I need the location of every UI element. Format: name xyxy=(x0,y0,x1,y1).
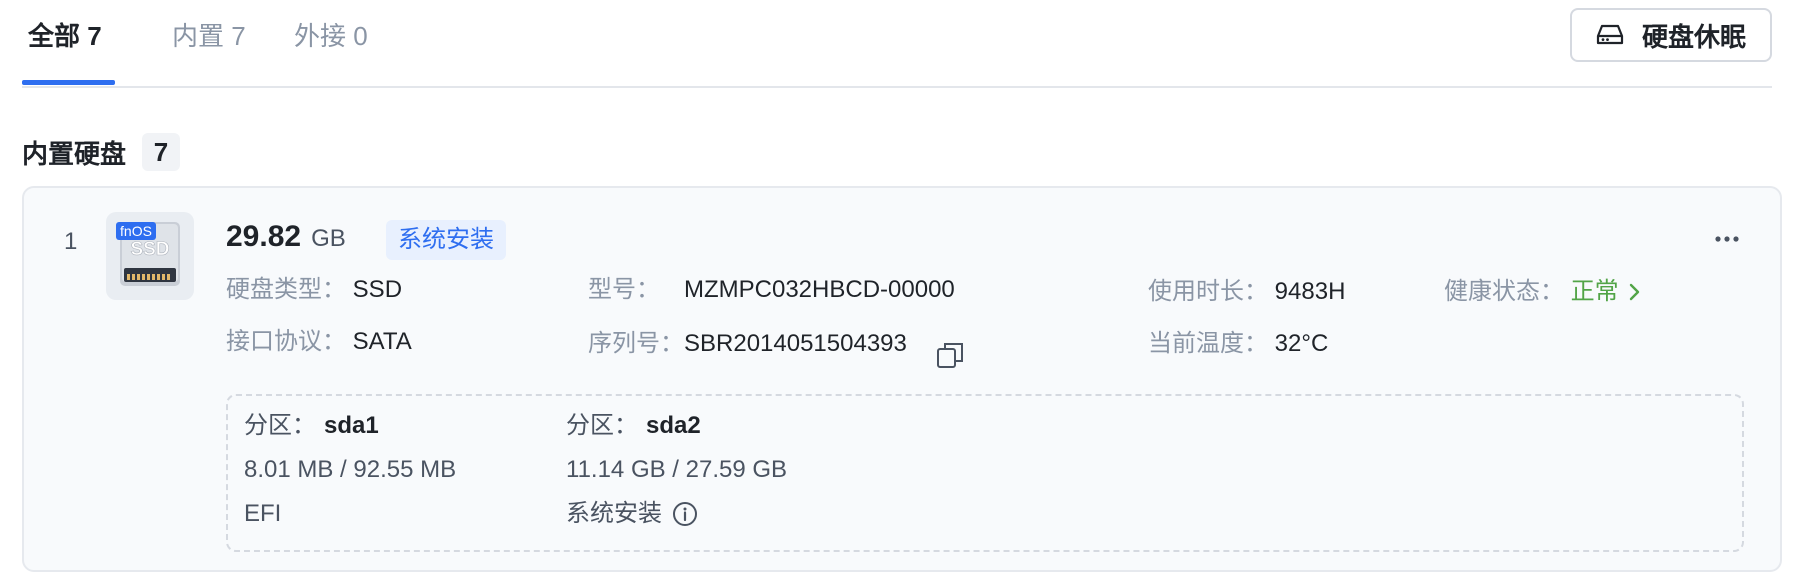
serial-field: 序列号：SBR2014051504393 xyxy=(588,328,907,360)
tab-external[interactable]: 外接 0 xyxy=(294,16,368,56)
uptime-field: 使用时长： 9483H xyxy=(1148,276,1345,308)
model-field: 型号： MZMPC032HBCD-00000 xyxy=(588,274,955,306)
health-field: 健康状态： 正常 xyxy=(1444,276,1641,308)
health-label: 健康状态： xyxy=(1444,278,1564,305)
temperature-field: 当前温度： 32°C xyxy=(1148,328,1328,360)
info-icon[interactable] xyxy=(672,501,698,527)
serial-value: SBR2014051504393 xyxy=(684,330,907,357)
more-options-icon[interactable] xyxy=(1712,224,1742,254)
tabs-bar: 全部 7 内置 7 外接 0 硬盘休眠 xyxy=(22,0,1772,88)
copy-icon[interactable] xyxy=(936,341,964,369)
tab-internal[interactable]: 内置 7 xyxy=(172,16,246,56)
disk-type-value: SSD xyxy=(352,276,403,303)
section-title: 内置硬盘 xyxy=(22,138,127,169)
disk-management-page: 全部 7 内置 7 外接 0 硬盘休眠 内置硬盘 7 1 SSD fnOS 29… xyxy=(0,0,1794,584)
partition-name: 分区： sda2 xyxy=(566,412,701,439)
section-count-badge: 7 xyxy=(142,133,181,171)
ssd-image-label: SSD xyxy=(130,239,169,260)
model-label: 型号： xyxy=(588,276,660,303)
serial-label: 序列号： xyxy=(588,330,684,357)
disk-size-unit: GB xyxy=(311,225,346,252)
model-value: MZMPC032HBCD-00000 xyxy=(684,276,955,303)
partition-filesystem: 系统安装 xyxy=(566,498,787,530)
section-header: 内置硬盘 7 xyxy=(22,132,181,172)
ssd-disk-icon: SSD fnOS xyxy=(106,212,194,300)
disk-index: 1 xyxy=(64,228,78,255)
system-install-tag: 系统安装 xyxy=(386,220,506,260)
partition-usage: 11.14 GB / 27.59 GB xyxy=(566,456,788,483)
disk-type-field: 硬盘类型： SSD xyxy=(226,274,402,306)
tab-all[interactable]: 全部 7 xyxy=(28,16,102,56)
temperature-label: 当前温度： xyxy=(1148,330,1268,357)
health-status-value: 正常 xyxy=(1570,278,1619,305)
fnos-badge: fnOS xyxy=(120,223,152,239)
interface-value: SATA xyxy=(352,328,412,355)
disk-type-label: 硬盘类型： xyxy=(226,276,346,303)
partition-sda1: 分区： sda1 8.01 MB / 92.55 MB EFI xyxy=(244,410,456,530)
health-status-link[interactable]: 正常 xyxy=(1571,276,1641,308)
uptime-value: 9483H xyxy=(1274,278,1346,305)
disk-capacity: 29.82 GB xyxy=(226,220,346,254)
disk-size-value: 29.82 xyxy=(226,220,302,253)
disk-sleep-label: 硬盘休眠 xyxy=(1641,21,1746,52)
interface-label: 接口协议： xyxy=(226,328,346,355)
hard-drive-icon xyxy=(1596,24,1624,45)
temperature-value: 32°C xyxy=(1274,330,1329,357)
active-tab-indicator xyxy=(22,80,115,85)
partitions-box: 分区： sda1 8.01 MB / 92.55 MB EFI 分区： sda2 1… xyxy=(226,394,1744,552)
disk-card[interactable]: 1 SSD fnOS 29.82 GB 系统安装 硬盘类型： SSD 接口协议：… xyxy=(22,186,1782,572)
uptime-label: 使用时长： xyxy=(1148,278,1268,305)
disk-sleep-button[interactable]: 硬盘休眠 xyxy=(1570,8,1772,62)
partition-usage: 8.01 MB / 92.55 MB xyxy=(244,456,457,483)
partition-filesystem: EFI xyxy=(244,500,282,527)
partition-sda2: 分区： sda2 11.14 GB / 27.59 GB 系统安装 xyxy=(566,410,787,530)
interface-field: 接口协议： SATA xyxy=(226,326,412,358)
chevron-right-icon xyxy=(1629,283,1639,301)
partition-name: 分区： sda1 xyxy=(244,412,379,439)
